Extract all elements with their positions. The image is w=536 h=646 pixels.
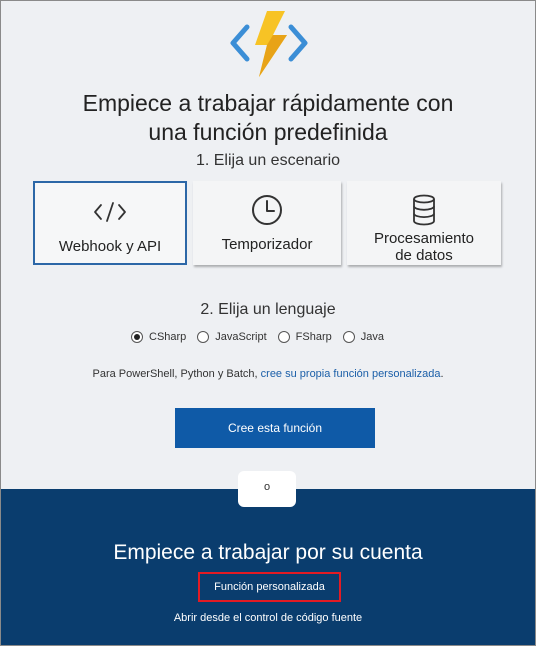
own-section-title: Empiece a trabajar por su cuenta — [113, 541, 423, 564]
scenario-card-webhook[interactable]: Webhook y API — [33, 181, 187, 265]
language-step-label: 2. Elija un lenguaje — [200, 301, 336, 318]
note-suffix: . — [440, 368, 444, 380]
scenario-card-label: Procesamiento de datos — [374, 230, 474, 264]
language-option-label: FSharp — [295, 331, 332, 343]
source-control-link[interactable]: Abrir desde el control de código fuente — [1, 612, 535, 624]
language-option-csharp[interactable]: CSharp — [131, 331, 186, 343]
radio-button[interactable] — [342, 331, 355, 343]
radio-button[interactable] — [197, 331, 210, 343]
scenario-card-timer[interactable]: Temporizador — [193, 181, 341, 265]
database-icon — [413, 194, 435, 226]
scenario-step-label: 1. Elija un escenario — [195, 152, 341, 169]
scenario-card-label-line: Procesamiento — [373, 230, 475, 247]
language-option-label: JavaScript — [215, 331, 267, 343]
clock-icon — [252, 195, 282, 225]
code-brackets-icon — [94, 202, 126, 222]
language-option-fsharp[interactable]: FSharp — [277, 331, 332, 343]
other-languages-note: Para PowerShell, Python y Batch, cree su… — [1, 368, 535, 380]
language-radio-group: CSharp JavaScript FSharp Java — [131, 328, 395, 346]
language-option-java[interactable]: Java — [342, 331, 384, 343]
note-text: Para PowerShell, Python y Batch, — [92, 368, 261, 380]
custom-function-link[interactable]: Función personalizada — [198, 572, 341, 602]
page-title-line2: una función predefinida — [148, 119, 388, 145]
scenario-card-label: Temporizador — [221, 236, 313, 253]
create-custom-function-link[interactable]: cree su propia función personalizada — [261, 368, 441, 380]
or-divider: o — [238, 471, 296, 507]
language-option-label: Java — [360, 331, 384, 343]
language-option-javascript[interactable]: JavaScript — [197, 331, 267, 343]
azure-functions-logo-icon — [230, 11, 308, 77]
page-title: Empiece a trabajar rápidamente con una f… — [1, 89, 535, 147]
scenario-card-label-line: de datos — [395, 247, 453, 264]
create-function-button[interactable]: Cree esta función — [175, 408, 375, 448]
language-option-label: CSharp — [149, 331, 187, 343]
quickstart-panel: Empiece a trabajar rápidamente con una f… — [0, 0, 536, 646]
premade-function-section: Empiece a trabajar rápidamente con una f… — [1, 1, 535, 489]
scenario-card-data-processing[interactable]: Procesamiento de datos — [347, 181, 501, 265]
scenario-card-label: Webhook y API — [58, 238, 162, 255]
radio-button[interactable] — [131, 331, 143, 343]
radio-button[interactable] — [277, 331, 290, 343]
page-title-line1: Empiece a trabajar rápidamente con — [82, 90, 454, 116]
